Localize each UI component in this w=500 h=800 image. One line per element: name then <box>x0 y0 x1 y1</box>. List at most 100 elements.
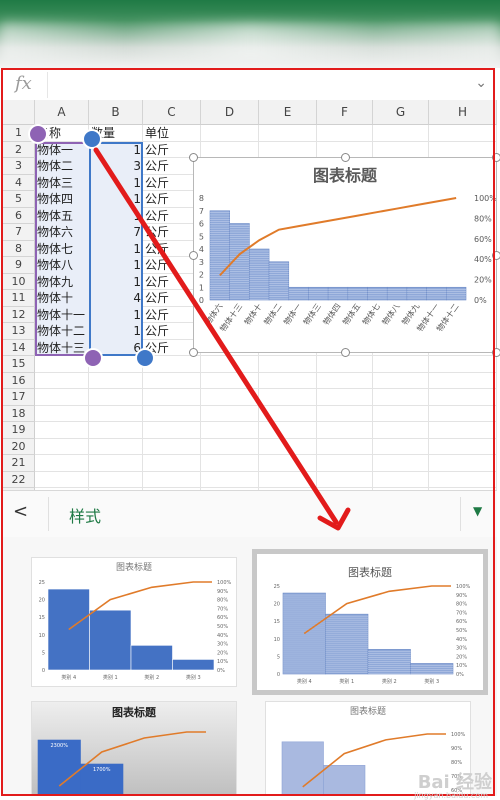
grid-cell[interactable] <box>259 389 317 406</box>
grid-cell[interactable] <box>201 455 259 472</box>
column-header-c[interactable]: C <box>143 100 201 125</box>
grid-cell[interactable] <box>373 471 429 488</box>
chart-resize-handle[interactable] <box>341 348 350 357</box>
grid-cell[interactable] <box>259 422 317 439</box>
grid-cell[interactable] <box>143 438 201 455</box>
grid-cell[interactable] <box>89 372 143 389</box>
selection-handle-top[interactable] <box>82 129 102 149</box>
grid-cell[interactable] <box>429 438 497 455</box>
grid-cell[interactable] <box>373 405 429 422</box>
grid-cell[interactable] <box>35 372 89 389</box>
grid-cell[interactable] <box>259 471 317 488</box>
grid-cell[interactable] <box>259 455 317 472</box>
column-header-h[interactable]: H <box>429 100 497 125</box>
formula-bar[interactable]: fx ⌄ <box>3 70 497 101</box>
row-header[interactable]: 5 <box>3 191 35 208</box>
chart-style-1[interactable]: 图表标题 0 5 10 15 20 25 0% 10% 20% 30% 40% 50% 60% 70% 80%… <box>31 557 237 687</box>
row-header[interactable]: 16 <box>3 372 35 389</box>
grid-cell[interactable] <box>35 422 89 439</box>
grid-cell[interactable] <box>143 405 201 422</box>
row-header[interactable]: 20 <box>3 438 35 455</box>
row-header[interactable]: 21 <box>3 455 35 472</box>
grid-cell[interactable] <box>317 372 373 389</box>
grid-cell[interactable] <box>201 125 259 142</box>
column-header-a[interactable]: A <box>35 100 89 125</box>
grid-cell[interactable] <box>373 125 429 142</box>
row-header[interactable]: 19 <box>3 422 35 439</box>
row-header[interactable]: 11 <box>3 290 35 307</box>
grid-cell[interactable] <box>201 141 259 158</box>
row-header[interactable]: 2 <box>3 141 35 158</box>
chart-resize-handle[interactable] <box>492 348 500 357</box>
grid-cell[interactable] <box>373 438 429 455</box>
grid-cell[interactable] <box>429 356 497 373</box>
dropdown-arrow-icon[interactable]: ▼ <box>473 504 482 518</box>
grid-cell[interactable] <box>373 389 429 406</box>
chevron-down-icon[interactable]: ⌄ <box>475 75 487 91</box>
grid-cell[interactable] <box>429 125 497 142</box>
grid-cell[interactable] <box>373 372 429 389</box>
chart-resize-handle[interactable] <box>492 153 500 162</box>
grid-cell[interactable] <box>317 356 373 373</box>
back-button[interactable]: < <box>13 501 28 522</box>
grid-cell[interactable] <box>429 389 497 406</box>
row-header[interactable]: 12 <box>3 306 35 323</box>
row-header[interactable]: 4 <box>3 174 35 191</box>
pareto-chart[interactable]: 图表标题 0 1 2 3 4 5 6 7 8 0% 20% 40% 60% 80% 100% 物体六 物体十三 物体… <box>189 153 500 357</box>
grid-cell[interactable] <box>259 372 317 389</box>
grid-cell[interactable] <box>259 125 317 142</box>
grid-cell[interactable] <box>35 389 89 406</box>
grid-cell[interactable] <box>259 141 317 158</box>
row-header[interactable]: 18 <box>3 405 35 422</box>
grid-cell[interactable] <box>259 405 317 422</box>
grid-cell[interactable] <box>89 471 143 488</box>
column-header-b[interactable]: B <box>89 100 143 125</box>
column-header-d[interactable]: D <box>201 100 259 125</box>
grid-cell[interactable] <box>317 125 373 142</box>
grid-cell[interactable] <box>259 356 317 373</box>
grid-cell[interactable] <box>373 455 429 472</box>
grid-cell[interactable] <box>143 455 201 472</box>
grid-cell[interactable] <box>317 455 373 472</box>
grid-cell[interactable] <box>143 372 201 389</box>
grid-cell[interactable] <box>89 405 143 422</box>
grid-cell[interactable] <box>35 405 89 422</box>
grid-cell[interactable] <box>317 422 373 439</box>
chart-resize-handle[interactable] <box>189 251 198 260</box>
chart-style-3[interactable]: 图表标题2300%1700%700% <box>31 701 237 796</box>
grid-cell[interactable] <box>201 389 259 406</box>
grid-cell[interactable] <box>35 471 89 488</box>
grid-cell[interactable] <box>201 422 259 439</box>
chart-resize-handle[interactable] <box>189 348 198 357</box>
grid-cell[interactable] <box>89 389 143 406</box>
column-header-g[interactable]: G <box>373 100 429 125</box>
row-header[interactable]: 7 <box>3 224 35 241</box>
grid-cell[interactable] <box>35 438 89 455</box>
grid-corner[interactable] <box>3 100 35 125</box>
grid-cell[interactable] <box>373 141 429 158</box>
grid-cell[interactable] <box>373 356 429 373</box>
grid-cell[interactable] <box>201 438 259 455</box>
grid-cell[interactable] <box>429 141 497 158</box>
grid-cell[interactable] <box>259 438 317 455</box>
grid-cell[interactable] <box>429 422 497 439</box>
chart-style-2-selected[interactable]: 图表标题 0 5 10 15 20 25 0% 10% 20% 30% 40% 50% 60% 70% 80%… <box>252 549 488 695</box>
chart-resize-handle[interactable] <box>341 153 350 162</box>
chart-resize-handle[interactable] <box>492 251 500 260</box>
row-header[interactable]: 14 <box>3 339 35 356</box>
column-header-f[interactable]: F <box>317 100 373 125</box>
grid-cell[interactable] <box>429 405 497 422</box>
grid-cell[interactable] <box>317 405 373 422</box>
grid-cell[interactable] <box>201 405 259 422</box>
row-header[interactable]: 6 <box>3 207 35 224</box>
grid-cell[interactable] <box>201 372 259 389</box>
row-header[interactable]: 9 <box>3 257 35 274</box>
grid-cell[interactable] <box>429 471 497 488</box>
grid-cell[interactable] <box>89 422 143 439</box>
grid-cell[interactable] <box>143 389 201 406</box>
grid-cell[interactable] <box>429 455 497 472</box>
selection-handle-bottom-right[interactable] <box>135 348 155 368</box>
row-header[interactable]: 13 <box>3 323 35 340</box>
grid-cell[interactable] <box>35 455 89 472</box>
column-header-e[interactable]: E <box>259 100 317 125</box>
